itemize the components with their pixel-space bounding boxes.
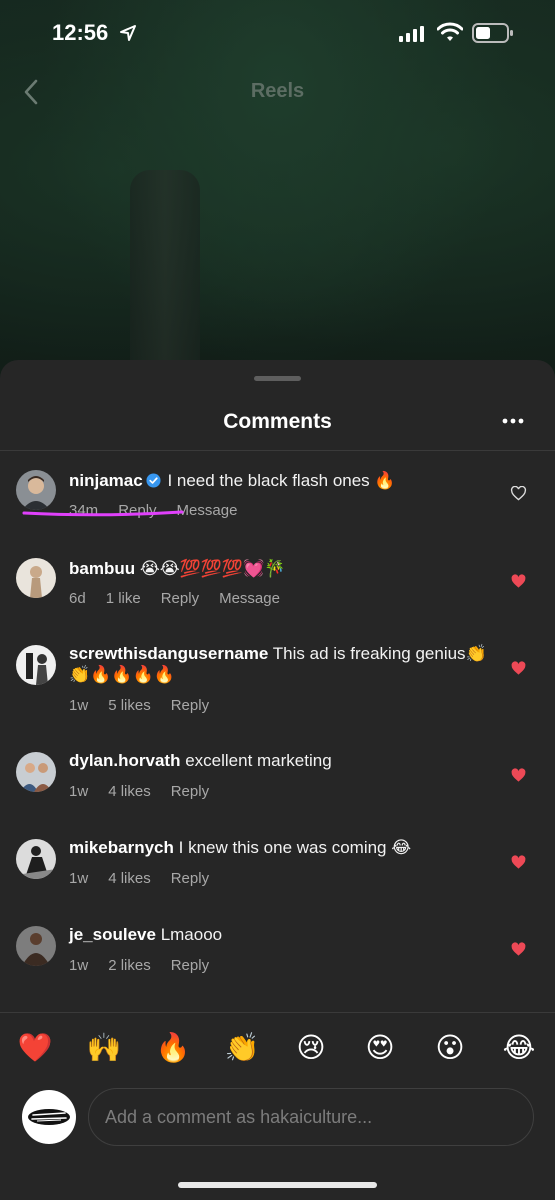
more-options-icon[interactable]	[502, 418, 524, 424]
comment-time: 1w	[69, 783, 89, 800]
comment-time: 1w	[69, 957, 89, 974]
comments-sheet: Comments ninjamac I need the black flash…	[0, 360, 555, 1200]
comment-body: dylan.horvath excellent marketing	[69, 750, 489, 771]
comment-input[interactable]	[88, 1088, 534, 1146]
comment-username[interactable]: ninjamac	[69, 471, 143, 490]
comment-meta: 6d 1 like Reply Message	[69, 590, 300, 607]
reply-button[interactable]: Reply	[171, 957, 209, 974]
comments-title: Comments	[223, 410, 332, 433]
comment-body: screwthisdangusername This ad is freakin…	[69, 643, 489, 685]
location-arrow-icon	[120, 25, 136, 41]
quick-emoji-bar: ❤️ 🙌 🔥 👏 😢 😍 😮 😂	[0, 1030, 555, 1070]
comment-username[interactable]: dylan.horvath	[69, 751, 180, 770]
like-heart-outline-icon[interactable]	[510, 486, 527, 501]
emoji-surprised-button[interactable]: 😮	[430, 1030, 470, 1066]
comment-text: I need the black flash ones 🔥	[167, 471, 396, 490]
comment-text: Lmaooo	[160, 925, 223, 944]
message-button[interactable]: Message	[177, 502, 238, 519]
avatar[interactable]	[16, 839, 56, 879]
hakaiculture-logo-icon	[28, 1109, 70, 1125]
comment-likes[interactable]: 5 likes	[108, 697, 151, 714]
reply-button[interactable]: Reply	[171, 870, 209, 887]
comment-time: 6d	[69, 590, 86, 607]
comment-likes[interactable]: 1 like	[106, 590, 141, 607]
status-bar: 12:56	[0, 0, 555, 66]
comment-username[interactable]: screwthisdangusername	[69, 644, 268, 663]
comment-body: mikebarnych I knew this one was coming 😂	[69, 837, 489, 858]
status-time: 12:56	[52, 20, 109, 45]
comment-body: bambuu 😭😭💯💯💯💓🎋	[69, 558, 489, 579]
like-heart-filled-icon[interactable]	[510, 855, 527, 870]
emoji-heart-button[interactable]: ❤️	[15, 1030, 55, 1066]
header-divider	[0, 450, 555, 451]
avatar[interactable]	[16, 470, 56, 510]
comment-text: I knew this one was coming 😂	[178, 838, 412, 857]
emoji-crying-button[interactable]: 😢	[291, 1030, 331, 1066]
message-button[interactable]: Message	[219, 590, 280, 607]
emoji-raised-hands-button[interactable]: 🙌	[84, 1030, 124, 1066]
emoji-heart-eyes-button[interactable]: 😍	[360, 1030, 400, 1066]
comment-body: je_souleve Lmaooo	[69, 924, 489, 945]
emoji-laughing-button[interactable]: 😂	[499, 1030, 539, 1066]
emoji-bar-divider	[0, 1012, 555, 1013]
like-heart-filled-icon[interactable]	[510, 768, 527, 783]
emoji-clap-button[interactable]: 👏	[222, 1030, 262, 1066]
comment-body: ninjamac I need the black flash ones 🔥	[69, 470, 489, 491]
avatar[interactable]	[16, 645, 56, 685]
comment-time: 1w	[69, 870, 89, 887]
page-title: Reels	[250, 80, 305, 102]
comment-likes[interactable]: 2 likes	[108, 957, 151, 974]
comment-time: 1w	[69, 697, 89, 714]
like-heart-filled-icon[interactable]	[510, 574, 527, 589]
home-indicator[interactable]	[178, 1182, 377, 1188]
reply-button[interactable]: Reply	[171, 697, 209, 714]
reply-button[interactable]: Reply	[171, 783, 209, 800]
comment-username[interactable]: je_souleve	[69, 925, 156, 944]
comment-username[interactable]: bambuu	[69, 559, 135, 578]
comment-text: excellent marketing	[185, 751, 332, 770]
comment-username[interactable]: mikebarnych	[69, 838, 174, 857]
comment-likes[interactable]: 4 likes	[108, 870, 151, 887]
comment-meta: 1w 5 likes Reply	[69, 697, 229, 714]
sheet-grabber[interactable]	[254, 376, 301, 381]
reply-button[interactable]: Reply	[161, 590, 199, 607]
verified-badge-icon	[146, 473, 161, 488]
like-heart-filled-icon[interactable]	[510, 942, 527, 957]
comment-meta: 1w 2 likes Reply	[69, 957, 229, 974]
avatar[interactable]	[16, 926, 56, 966]
comment-likes[interactable]: 4 likes	[108, 783, 151, 800]
highlight-underline	[22, 510, 184, 517]
wifi-icon	[437, 22, 463, 41]
comment-text: 😭😭💯💯💯💓🎋	[139, 559, 286, 578]
emoji-fire-button[interactable]: 🔥	[153, 1030, 193, 1066]
current-user-avatar[interactable]	[22, 1090, 76, 1144]
comment-meta: 1w 4 likes Reply	[69, 870, 229, 887]
comment-meta: 1w 4 likes Reply	[69, 783, 229, 800]
avatar[interactable]	[16, 752, 56, 792]
battery-icon	[472, 23, 513, 43]
cellular-signal-icon	[399, 26, 424, 42]
like-heart-filled-icon[interactable]	[510, 661, 527, 676]
avatar[interactable]	[16, 558, 56, 598]
